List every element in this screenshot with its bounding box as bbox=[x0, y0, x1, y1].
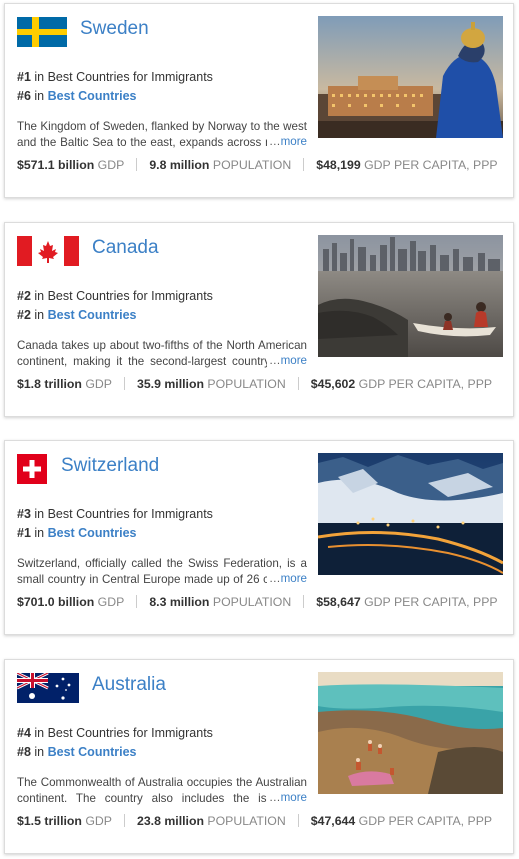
gdp-per-capita-value: $45,602 bbox=[310, 377, 356, 391]
rank-overall: #6 in Best Countries bbox=[17, 89, 137, 103]
switzerland-flag-icon bbox=[17, 454, 47, 484]
stats-row: $571.1 billion GDP 9.8 million POPULATION… bbox=[17, 158, 498, 172]
more-toggle: …more bbox=[267, 791, 308, 804]
rank-number: #1 bbox=[17, 70, 31, 84]
divider bbox=[297, 814, 299, 827]
rank-number: #6 bbox=[17, 89, 31, 103]
country-name-link[interactable]: Switzerland bbox=[61, 455, 159, 477]
gdp-value: $1.8 trillion bbox=[17, 377, 82, 391]
more-link[interactable]: more bbox=[281, 791, 307, 804]
best-countries-link[interactable]: Best Countries bbox=[48, 526, 137, 540]
gdp-per-capita-label: GDP PER CAPITA, PPP bbox=[364, 158, 498, 172]
country-name-link[interactable]: Australia bbox=[92, 674, 166, 696]
rank-immigrants: #4 in Best Countries for Immigrants bbox=[17, 726, 213, 740]
country-card-sweden: Sweden #1 in Best Countries for Immigran… bbox=[4, 3, 514, 198]
canada-flag-icon bbox=[17, 236, 79, 266]
rank-number: #4 bbox=[17, 726, 31, 740]
more-toggle: …more bbox=[267, 135, 308, 148]
best-countries-link[interactable]: Best Countries bbox=[48, 89, 137, 103]
rank-immigrants: #1 in Best Countries for Immigrants bbox=[17, 70, 213, 84]
divider bbox=[136, 595, 138, 608]
australia-flag-icon bbox=[17, 673, 79, 703]
divider bbox=[303, 595, 305, 608]
best-countries-link[interactable]: Best Countries bbox=[48, 745, 137, 759]
stats-row: $701.0 billion GDP 8.3 million POPULATION… bbox=[17, 595, 498, 609]
country-name-link[interactable]: Canada bbox=[92, 237, 159, 259]
rank-number: #8 bbox=[17, 745, 31, 759]
gdp-label: GDP bbox=[85, 814, 112, 828]
population-value: 35.9 million bbox=[137, 377, 204, 391]
population-label: POPULATION bbox=[212, 158, 292, 172]
gdp-per-capita-value: $47,644 bbox=[310, 814, 356, 828]
sweden-flag-icon bbox=[17, 17, 67, 47]
rank-number: #2 bbox=[17, 308, 31, 322]
rank-number: #1 bbox=[17, 526, 31, 540]
population-label: POPULATION bbox=[207, 377, 286, 391]
divider bbox=[124, 814, 125, 827]
country-description: Switzerland, officially called the Swiss… bbox=[17, 557, 307, 586]
rank-label: in Best Countries for Immigrants bbox=[30, 726, 213, 740]
population-value: 23.8 million bbox=[137, 814, 204, 828]
country-card-switzerland: Switzerland #3 in Best Countries for Imm… bbox=[4, 440, 514, 635]
gdp-label: GDP bbox=[97, 158, 125, 172]
country-description: The Kingdom of Sweden, flanked by Norway… bbox=[17, 120, 307, 149]
divider bbox=[136, 158, 138, 171]
population-value: 8.3 million bbox=[149, 595, 210, 609]
rank-overall: #2 in Best Countries bbox=[17, 308, 137, 322]
country-photo[interactable] bbox=[318, 235, 503, 357]
gdp-value: $1.5 trillion bbox=[17, 814, 82, 828]
stats-row: $1.8 trillion GDP 35.9 million POPULATION… bbox=[17, 377, 492, 391]
gdp-label: GDP bbox=[85, 377, 112, 391]
gdp-per-capita-label: GDP PER CAPITA, PPP bbox=[364, 595, 498, 609]
population-label: POPULATION bbox=[207, 814, 286, 828]
rank-number: #2 bbox=[17, 289, 31, 303]
rank-label: in Best Countries for Immigrants bbox=[30, 70, 213, 84]
rank-overall: #8 in Best Countries bbox=[17, 745, 137, 759]
gdp-per-capita-label: GDP PER CAPITA, PPP bbox=[358, 814, 493, 828]
population-value: 9.8 million bbox=[149, 158, 210, 172]
country-description: The Commonwealth of Australia occupies t… bbox=[17, 776, 307, 805]
country-photo[interactable] bbox=[318, 16, 503, 138]
more-toggle: …more bbox=[267, 354, 308, 367]
country-photo[interactable] bbox=[318, 672, 503, 794]
gdp-per-capita-value: $58,647 bbox=[316, 595, 361, 609]
rank-label: in Best Countries for Immigrants bbox=[30, 289, 213, 303]
gdp-value: $701.0 billion bbox=[17, 595, 95, 609]
rank-number: #3 bbox=[17, 507, 31, 521]
more-link[interactable]: more bbox=[281, 135, 307, 148]
more-link[interactable]: more bbox=[281, 572, 307, 585]
rank-immigrants: #2 in Best Countries for Immigrants bbox=[17, 289, 213, 303]
country-photo[interactable] bbox=[318, 453, 503, 575]
more-link[interactable]: more bbox=[281, 354, 307, 367]
gdp-per-capita-label: GDP PER CAPITA, PPP bbox=[358, 377, 493, 391]
best-countries-link[interactable]: Best Countries bbox=[48, 308, 137, 322]
stats-row: $1.5 trillion GDP 23.8 million POPULATION… bbox=[17, 814, 492, 828]
rank-overall: #1 in Best Countries bbox=[17, 526, 137, 540]
country-card-canada: Canada #2 in Best Countries for Immigran… bbox=[4, 222, 514, 417]
country-name-link[interactable]: Sweden bbox=[80, 18, 149, 40]
divider bbox=[303, 158, 305, 171]
gdp-label: GDP bbox=[97, 595, 125, 609]
country-card-australia: Australia #4 in Best Countries for Immig… bbox=[4, 659, 514, 854]
divider bbox=[297, 377, 299, 390]
rank-label: in Best Countries for Immigrants bbox=[30, 507, 213, 521]
country-description: Canada takes up about two-fifths of the … bbox=[17, 339, 307, 368]
more-toggle: …more bbox=[267, 572, 308, 585]
population-label: POPULATION bbox=[212, 595, 292, 609]
divider bbox=[124, 377, 125, 390]
rank-immigrants: #3 in Best Countries for Immigrants bbox=[17, 507, 213, 521]
gdp-value: $571.1 billion bbox=[17, 158, 95, 172]
gdp-per-capita-value: $48,199 bbox=[316, 158, 361, 172]
